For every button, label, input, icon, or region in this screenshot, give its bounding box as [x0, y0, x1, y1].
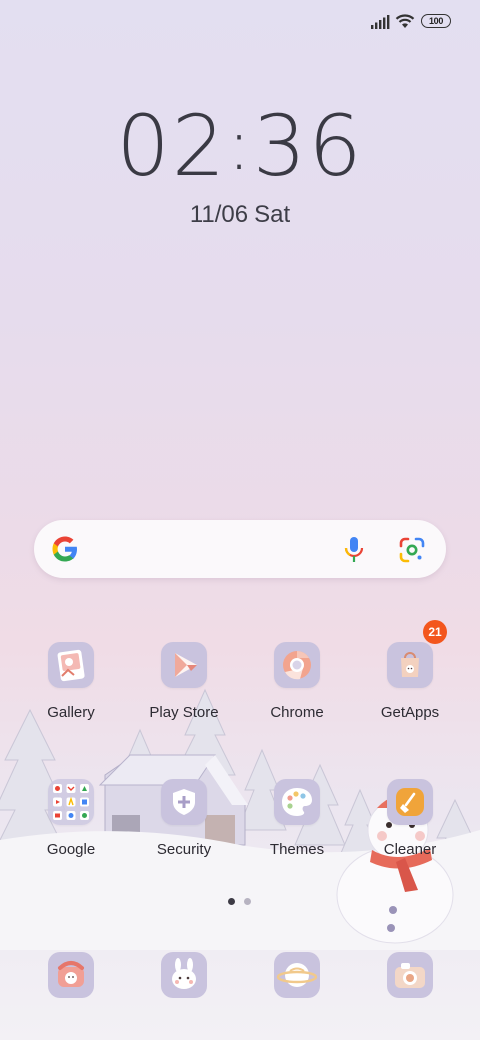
mic-icon[interactable] [342, 535, 366, 565]
date-text: 11/06 [189, 201, 249, 228]
app-themes[interactable]: Themes [242, 779, 352, 879]
security-icon [161, 779, 207, 825]
app-label: GetApps [380, 704, 440, 721]
page-indicator[interactable] [228, 898, 254, 906]
app-label: Google [46, 841, 96, 858]
app-folder-google[interactable]: Google [16, 779, 126, 879]
dock-messages[interactable] [161, 952, 207, 998]
notification-badge: 21 [423, 620, 447, 644]
google-search-bar[interactable] [34, 520, 446, 578]
app-security[interactable]: Security [129, 779, 239, 879]
app-getapps[interactable]: 21 GetApps [355, 620, 465, 742]
google-logo-icon[interactable] [50, 534, 80, 564]
wifi-icon [395, 14, 415, 28]
app-label: Play Store [149, 704, 219, 721]
clock-time[interactable]: 02:36 [0, 104, 480, 188]
chrome-icon [274, 642, 320, 688]
browser-icon [276, 963, 318, 987]
clock-hours: 02 [116, 97, 228, 195]
app-label: Gallery [47, 704, 95, 721]
signal-icon [371, 15, 390, 29]
dock-browser[interactable] [274, 952, 320, 998]
app-gallery[interactable]: Gallery [16, 642, 126, 742]
battery-icon: 100 [421, 14, 451, 28]
themes-icon [274, 779, 320, 825]
app-cleaner[interactable]: Cleaner [355, 779, 465, 879]
dock-phone[interactable] [48, 952, 94, 998]
messages-icon [172, 958, 196, 989]
app-chrome[interactable]: Chrome [242, 642, 352, 742]
app-play-store[interactable]: Play Store [129, 642, 239, 742]
clock-minutes: 36 [252, 97, 364, 195]
weekday-text: Sat [254, 201, 291, 228]
clock-separator: : [227, 104, 253, 186]
app-label: Cleaner [383, 841, 437, 858]
dock-camera[interactable] [387, 952, 433, 998]
app-label: Chrome [270, 704, 324, 721]
play-store-icon [161, 642, 207, 688]
app-label: Themes [269, 841, 325, 858]
phone-icon [58, 961, 84, 987]
camera-icon [395, 963, 425, 988]
status-bar: 100 [0, 0, 480, 44]
lens-icon[interactable] [398, 536, 426, 564]
app-label: Security [156, 841, 212, 858]
date-display[interactable]: 11/06 Sat [0, 201, 480, 229]
page-dot [244, 898, 251, 905]
gallery-icon [48, 642, 94, 688]
getapps-icon [387, 642, 433, 688]
page-dot-active [228, 898, 235, 905]
google-folder-icon [48, 779, 94, 825]
cleaner-icon [387, 779, 433, 825]
